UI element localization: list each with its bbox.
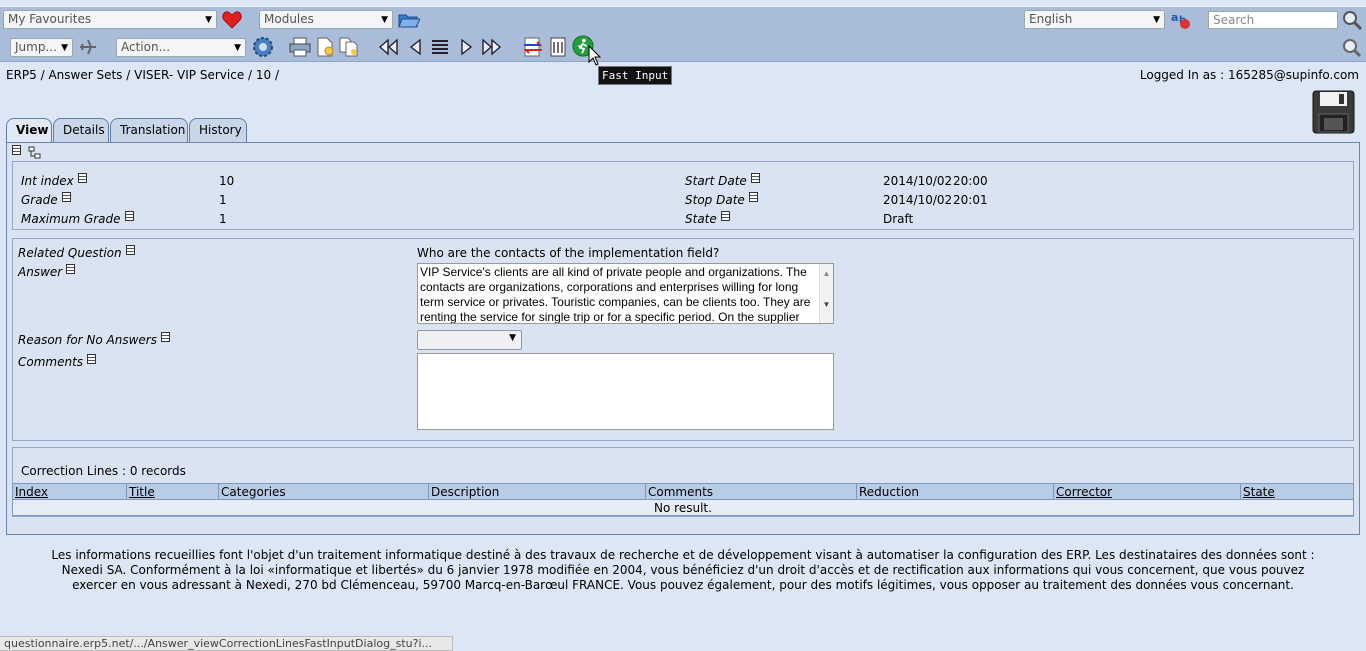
field-edit-icon[interactable] [750,173,760,183]
column-header-comments: Comments [645,483,857,500]
column-header-index[interactable]: Index [12,483,127,500]
table-row: No result. [12,499,1354,516]
language-label: English [1029,12,1073,26]
scroll-up-icon[interactable]: ▲ [820,266,833,281]
related-question-value[interactable]: Who are the contacts of the implementati… [417,246,719,260]
comments-label: Comments [18,354,97,369]
field-edit-icon[interactable] [87,354,97,364]
field-edit-icon[interactable] [66,264,76,274]
stop-time-value: 20:01 [953,193,988,207]
answer-text: VIP Service's clients are all kind of pr… [420,265,811,324]
tab-view[interactable]: View [6,118,52,144]
correction-lines-table: Index Title Categories Description Comme… [12,483,1354,516]
column-header-title[interactable]: Title [126,483,219,500]
reason-no-answers-select[interactable]: ▼ [417,330,522,350]
field-edit-icon[interactable] [77,173,87,183]
favourites-label: My Favourites [8,12,92,26]
open-folder-icon[interactable] [398,9,420,31]
previous-page-icon[interactable] [404,36,426,58]
field-edit-icon[interactable] [748,192,758,202]
chevron-down-icon: ▼ [234,43,241,53]
action-select[interactable]: Action... ▼ [116,38,246,57]
import-export-icon[interactable] [522,36,544,58]
start-time-value: 20:00 [953,174,988,188]
airplane-icon[interactable] [77,36,99,58]
empty-result: No result. [12,499,1354,516]
svg-text:a: a [1171,11,1178,24]
chevron-down-icon: ▼ [61,43,68,53]
state-label: State [685,211,730,226]
chevron-down-icon: ▼ [205,15,212,25]
action-label: Action... [121,40,171,54]
listbox-count: 0 records [129,464,186,478]
modules-label: Modules [264,12,314,26]
tab-details[interactable]: Details [53,118,109,143]
translate-icon[interactable]: ab [1170,9,1192,31]
print-icon[interactable] [289,36,311,58]
int-index-label: Int index [21,173,87,188]
column-header-corrector[interactable]: Corrector [1053,483,1241,500]
scroll-down-icon[interactable]: ▼ [820,297,833,312]
answer-label: Answer [18,264,76,279]
state-value: Draft [883,212,914,226]
field-edit-icon[interactable] [125,245,135,255]
column-header-state[interactable]: State [1240,483,1354,500]
legal-footer: Les informations recueillies font l'obje… [51,548,1315,592]
related-question-label: Related Question [18,245,135,260]
clone-document-icon[interactable] [338,36,360,58]
first-page-icon[interactable] [377,36,399,58]
summary-section [12,161,1354,230]
search-icon[interactable] [1341,9,1363,31]
chevron-down-icon: ▼ [381,15,388,25]
gear-icon[interactable] [252,36,274,58]
max-grade-value: 1 [219,212,227,226]
stop-date-value: 2014/10/02 [883,193,953,207]
tab-translation[interactable]: Translation [110,118,188,143]
mouse-pointer-icon [586,44,604,68]
status-bar: questionnaire.erp5.net/.../Answer_viewCo… [0,636,453,651]
chevron-down-icon: ▼ [509,333,516,343]
max-grade-label: Maximum Grade [21,211,134,226]
int-index-value: 10 [219,174,235,188]
column-header-categories: Categories [218,483,429,500]
modules-select[interactable]: Modules ▼ [259,10,393,29]
favourites-select[interactable]: My Favourites ▼ [3,10,217,29]
new-document-icon[interactable] [314,36,336,58]
table-header: Index Title Categories Description Comme… [12,483,1354,500]
list-view-icon[interactable] [429,36,451,58]
field-edit-icon[interactable] [160,332,170,342]
grade-value: 1 [219,193,227,207]
field-edit-icon[interactable] [124,211,134,221]
last-page-icon[interactable] [481,36,503,58]
reason-no-answers-label: Reason for No Answers [18,332,170,347]
grade-label: Grade [21,192,71,207]
chevron-down-icon: ▼ [1153,15,1160,25]
field-edit-icon[interactable] [61,192,71,202]
comments-textarea[interactable] [417,353,834,430]
stop-date-label: Stop Date [685,192,758,207]
column-header-reduction: Reduction [856,483,1054,500]
logged-in-user: Logged In as : 165285@supinfo.com [1139,68,1359,82]
answer-scrollbar[interactable]: ▲ ▼ [819,264,833,323]
field-edit-icon[interactable] [720,211,730,221]
breadcrumb[interactable]: ERP5 / Answer Sets / VISER- VIP Service … [6,68,279,82]
answer-textarea[interactable]: VIP Service's clients are all kind of pr… [417,263,834,324]
listbox-title: Correction Lines : 0 records [21,464,186,478]
search-input[interactable]: Search [1208,11,1338,29]
report-icon[interactable] [547,36,569,58]
start-date-label: Start Date [685,173,760,188]
toolbar: My Favourites ▼ Modules ▼ English ▼ ab Sear… [0,6,1366,62]
fast-input-tooltip: Fast Input [598,66,673,85]
jump-select[interactable]: Jump... ▼ [10,38,73,57]
next-page-icon[interactable] [456,36,478,58]
zoom-icon[interactable] [1341,37,1363,59]
field-library-icon[interactable] [12,145,21,160]
tab-history[interactable]: History [189,118,247,143]
start-date-value: 2014/10/02 [883,174,953,188]
heart-icon[interactable] [221,9,243,31]
jump-label: Jump... [15,40,57,54]
save-icon[interactable] [1312,90,1355,134]
language-select[interactable]: English ▼ [1024,10,1165,29]
column-header-description: Description [428,483,646,500]
